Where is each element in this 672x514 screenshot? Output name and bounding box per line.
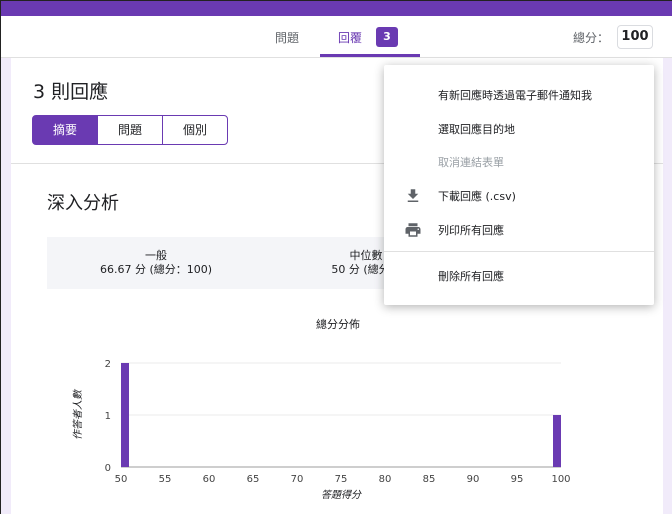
segment-summary[interactable]: 摘要 — [32, 115, 98, 145]
tab-responses[interactable]: 回覆 — [338, 29, 362, 46]
menu-item-delete-all[interactable]: 刪除所有回應 — [384, 259, 654, 293]
x-tick-label: 60 — [203, 474, 216, 485]
stat-average-label: 一般 — [145, 249, 167, 262]
menu-item-label: 列印所有回應 — [438, 224, 504, 237]
x-tick-label: 90 — [467, 474, 480, 485]
x-axis-label: 答題得分 — [321, 489, 362, 501]
tab-questions[interactable]: 問題 — [275, 29, 299, 46]
menu-item-label: 下載回應 (.csv) — [438, 190, 516, 203]
menu-item-select-destination[interactable]: 選取回應目的地 — [384, 112, 654, 146]
menu-item-download-csv[interactable]: 下載回應 (.csv) — [384, 179, 654, 213]
stat-average-value: 66.67 分 (總分：100) — [99, 263, 213, 276]
insights-title: 深入分析 — [47, 193, 119, 214]
menu-item-label: 有新回應時透過電子郵件通知我 — [438, 89, 592, 102]
y-tick-label: 2 — [105, 359, 111, 370]
x-tick-label: 65 — [247, 474, 260, 485]
segment-question[interactable]: 問題 — [97, 115, 163, 145]
menu-item-label: 選取回應目的地 — [438, 123, 515, 136]
responses-count-badge: 3 — [376, 27, 398, 47]
print-icon — [405, 223, 421, 237]
menu-item-print-all[interactable]: 列印所有回應 — [384, 213, 654, 247]
total-points-label: 總分： — [573, 31, 610, 45]
menu-item-label: 刪除所有回應 — [438, 270, 504, 283]
responses-more-menu: 有新回應時透過電子郵件通知我 選取回應目的地 取消連結表單 下載回應 (.csv… — [384, 65, 654, 305]
menu-item-label: 取消連結表單 — [438, 156, 504, 169]
score-distribution-chart: 總分分佈 0 1 2 50 55 60 65 70 75 80 85 90 95 100 答題得分 作答者人數 — [72, 317, 571, 501]
top-accent-bar — [1, 1, 672, 16]
bar — [121, 363, 129, 467]
x-tick-label: 75 — [335, 474, 348, 485]
x-tick-label: 95 — [511, 474, 524, 485]
menu-divider — [384, 251, 654, 252]
x-tick-label: 100 — [551, 474, 570, 485]
menu-item-unlink-form: 取消連結表單 — [384, 145, 654, 179]
y-tick-label: 0 — [105, 463, 111, 474]
x-tick-label: 55 — [159, 474, 172, 485]
x-tick-label: 85 — [423, 474, 436, 485]
bar — [553, 415, 561, 467]
x-tick-label: 70 — [291, 474, 304, 485]
stat-average: 一般 66.67 分 (總分：100) — [81, 249, 231, 277]
chart-title: 總分分佈 — [316, 317, 360, 331]
x-tick-label: 80 — [379, 474, 392, 485]
total-points-field[interactable]: 100 — [617, 25, 653, 49]
download-icon — [407, 189, 419, 202]
y-tick-label: 1 — [105, 411, 111, 422]
y-axis-label: 作答者人數 — [72, 388, 84, 440]
responses-count-title: 3 則回應 — [33, 81, 109, 103]
active-tab-indicator — [320, 54, 420, 57]
form-tabbar: 問題 回覆 3 總分： 100 — [1, 16, 672, 58]
segment-individual[interactable]: 個別 — [162, 115, 228, 145]
x-tick-label: 50 — [115, 474, 128, 485]
menu-item-email-notify[interactable]: 有新回應時透過電子郵件通知我 — [384, 78, 654, 112]
